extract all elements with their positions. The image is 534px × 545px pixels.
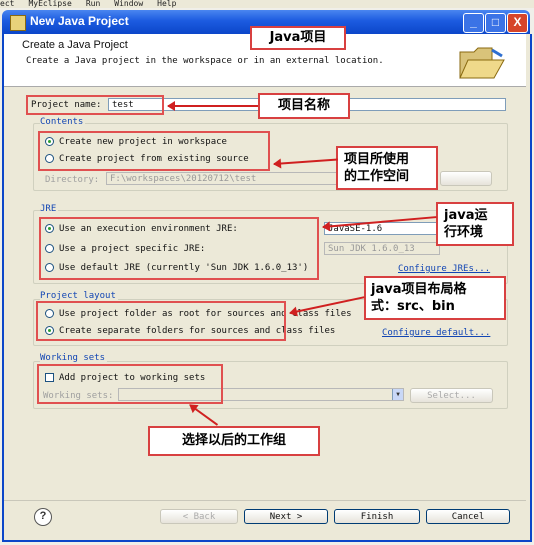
workspace-callout-line2: 的工作空间 [344, 169, 410, 184]
next-button[interactable]: Next > [244, 509, 328, 524]
project-name-callout: 项目名称 [258, 93, 350, 119]
jre-callout-line2: 行环境 [444, 225, 484, 240]
page-title: Create a Java Project [22, 39, 128, 51]
finish-button[interactable]: Finish [334, 509, 420, 524]
menu-bar: ect MyEclipse Run Window Help [0, 0, 534, 8]
close-button[interactable]: X [507, 13, 528, 33]
jre-highlight [39, 217, 319, 280]
jre-group-title: JRE [40, 204, 59, 214]
help-icon[interactable]: ? [34, 508, 52, 526]
working-sets-highlight [37, 364, 223, 404]
working-sets-dropdown-icon[interactable]: ▼ [392, 389, 403, 400]
button-bar-divider [4, 500, 526, 501]
java-project-icon [10, 15, 26, 31]
layout-highlight [36, 301, 286, 341]
project-specific-jre-value: Sun JDK 1.6.0_13 [328, 244, 415, 254]
layout-callout: java项目布局格 式：src、bin [364, 276, 506, 320]
menu-item-myeclipse[interactable]: MyEclipse [28, 0, 71, 8]
configure-default-link[interactable]: Configure default... [382, 328, 490, 338]
browse-button[interactable] [440, 171, 492, 186]
project-specific-jre-select[interactable]: Sun JDK 1.6.0_13 [324, 242, 440, 255]
page-description: Create a Java project in the workspace o… [26, 56, 384, 66]
menu-item-run[interactable]: Run [86, 0, 100, 8]
configure-jres-link[interactable]: Configure JREs... [398, 264, 490, 274]
java-project-callout: Java项目 [250, 26, 346, 50]
project-layout-group-title: Project layout [40, 291, 118, 301]
folder-icon [459, 47, 505, 79]
layout-callout-line1: java项目布局格 [371, 282, 467, 297]
jre-callout: java运 行环境 [436, 202, 514, 246]
jre-callout-line1: java运 [444, 208, 488, 223]
contents-highlight [38, 131, 270, 171]
menu-item-help[interactable]: Help [157, 0, 176, 8]
workspace-callout: 项目所使用 的工作空间 [336, 146, 438, 190]
working-sets-group-title: Working sets [40, 353, 108, 363]
back-button[interactable]: < Back [160, 509, 238, 524]
menu-item-project[interactable]: ect [0, 0, 14, 8]
window-title: New Java Project [30, 14, 129, 28]
working-group-callout: 选择以后的工作组 [148, 426, 320, 456]
select-working-sets-button[interactable]: Select... [410, 388, 493, 403]
menu-item-window[interactable]: Window [114, 0, 143, 8]
maximize-button[interactable]: □ [485, 13, 506, 33]
minimize-button[interactable]: _ [463, 13, 484, 33]
cancel-button[interactable]: Cancel [426, 509, 510, 524]
project-name-highlight [26, 95, 164, 115]
layout-callout-line2: 式：src、bin [371, 299, 455, 314]
project-name-arrow [167, 101, 258, 111]
contents-group-title: Contents [40, 117, 86, 127]
directory-label: Directory: [45, 175, 100, 185]
workspace-callout-line1: 项目所使用 [344, 152, 410, 167]
